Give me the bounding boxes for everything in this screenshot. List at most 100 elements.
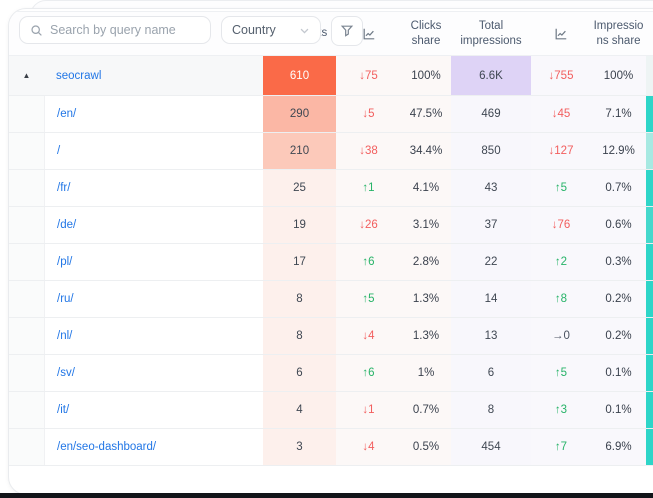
query-link[interactable]: seocrawl [56, 70, 101, 82]
impressions-change-value: ↑8 [555, 293, 567, 305]
impressions-share-cell: 0.2% [591, 281, 646, 317]
query-cell: /de/ [44, 207, 263, 243]
clicks-share-cell: 100% [401, 56, 451, 95]
total-impressions-cell: 13 [451, 318, 531, 354]
clicks-share-cell: 1% [401, 355, 451, 391]
query-link[interactable]: /de/ [57, 219, 76, 231]
total-impressions-cell: 6.6K [451, 56, 531, 95]
total-clicks-cell: 25 [263, 170, 336, 206]
impressions-share-cell: 0.3% [591, 244, 646, 280]
impressions-share-cell: 0.2% [591, 318, 646, 354]
impressions-change-value: ↑2 [555, 256, 567, 268]
chevron-down-icon [299, 25, 310, 36]
heatmap-strip-cell [646, 207, 653, 243]
clicks-share-cell: 0.5% [401, 429, 451, 465]
search-input[interactable]: Search by query name [19, 16, 211, 44]
search-placeholder: Search by query name [50, 23, 176, 37]
query-cell: /it/ [44, 392, 263, 428]
total-clicks-cell: 4 [263, 392, 336, 428]
table-body: ▲ seocrawl 610 ↓75 100% 6.6K ↓755 100% /… [9, 56, 653, 466]
query-cell: /pl/ [44, 244, 263, 280]
query-link[interactable]: / [57, 145, 60, 157]
impressions-change-cell: →0 [531, 318, 591, 354]
query-link[interactable]: /it/ [57, 404, 69, 416]
impressions-share-cell: 12.9% [591, 133, 646, 169]
clicks-change-value: ↓26 [359, 219, 378, 231]
toolbar: Search by query name Country [9, 9, 653, 56]
expand-gutter [9, 133, 44, 169]
impressions-change-cell: ↑7 [531, 429, 591, 465]
impressions-share-cell: 7.1% [591, 96, 646, 132]
query-cell: seocrawl [44, 56, 263, 95]
query-cell: /nl/ [44, 318, 263, 354]
expand-gutter: ▲ [9, 56, 44, 95]
clicks-change-value: ↓5 [362, 108, 374, 120]
clicks-share-cell: 2.8% [401, 244, 451, 280]
impressions-change-cell: ↓76 [531, 207, 591, 243]
query-cell: /ru/ [44, 281, 263, 317]
impressions-share-cell: 0.1% [591, 355, 646, 391]
country-select[interactable]: Country [221, 16, 321, 44]
impressions-share-cell: 100% [591, 56, 646, 95]
impressions-change-value: ↓127 [549, 145, 574, 157]
heatmap-strip-cell [646, 96, 653, 132]
total-impressions-cell: 43 [451, 170, 531, 206]
clicks-change-value: ↓4 [362, 441, 374, 453]
table-row: /de/ 19 ↓26 3.1% 37 ↓76 0.6% [9, 207, 653, 244]
impressions-change-value: ↓45 [552, 108, 571, 120]
query-link[interactable]: /nl/ [57, 330, 72, 342]
impressions-change-cell: ↓755 [531, 56, 591, 95]
impressions-change-cell: ↑5 [531, 355, 591, 391]
table-row: /en/ 290 ↓5 47.5% 469 ↓45 7.1% [9, 96, 653, 133]
clicks-share-cell: 47.5% [401, 96, 451, 132]
clicks-change-cell: ↓26 [336, 207, 401, 243]
impressions-change-cell: ↑3 [531, 392, 591, 428]
table-row: /en/seo-dashboard/ 3 ↓4 0.5% 454 ↑7 6.9% [9, 429, 653, 466]
query-link[interactable]: /pl/ [57, 256, 72, 268]
total-clicks-cell: 17 [263, 244, 336, 280]
heatmap-strip-cell [646, 244, 653, 280]
total-clicks-cell: 210 [263, 133, 336, 169]
query-cell: /en/ [44, 96, 263, 132]
expand-gutter [9, 355, 44, 391]
expand-gutter [9, 244, 44, 280]
query-link[interactable]: /en/seo-dashboard/ [57, 441, 156, 453]
clicks-change-cell: ↓38 [336, 133, 401, 169]
table-row: /sv/ 6 ↑6 1% 6 ↑5 0.1% [9, 355, 653, 392]
heatmap-strip-cell [646, 56, 653, 95]
query-cell: /sv/ [44, 355, 263, 391]
clicks-share-cell: 0.7% [401, 392, 451, 428]
clicks-change-value: ↓4 [362, 330, 374, 342]
collapse-caret-icon[interactable]: ▲ [23, 72, 31, 80]
total-impressions-cell: 469 [451, 96, 531, 132]
query-link[interactable]: /en/ [57, 108, 76, 120]
total-clicks-cell: 8 [263, 281, 336, 317]
query-cell: /fr/ [44, 170, 263, 206]
search-icon [30, 24, 43, 37]
expand-gutter [9, 392, 44, 428]
query-link[interactable]: /fr/ [57, 182, 70, 194]
expand-gutter [9, 207, 44, 243]
total-clicks-cell: 8 [263, 318, 336, 354]
clicks-change-value: ↓75 [359, 70, 378, 82]
clicks-change-cell: ↓4 [336, 318, 401, 354]
impressions-change-value: ↑7 [555, 441, 567, 453]
total-impressions-cell: 454 [451, 429, 531, 465]
filter-button[interactable] [331, 16, 363, 46]
clicks-change-value: ↓38 [359, 145, 378, 157]
clicks-share-cell: 1.3% [401, 281, 451, 317]
total-clicks-cell: 6 [263, 355, 336, 391]
expand-gutter [9, 429, 44, 465]
clicks-change-cell: ↑5 [336, 281, 401, 317]
query-link[interactable]: /ru/ [57, 293, 74, 305]
clicks-change-value: ↑6 [362, 256, 374, 268]
clicks-share-cell: 3.1% [401, 207, 451, 243]
expand-gutter [9, 281, 44, 317]
clicks-change-value: ↑1 [362, 182, 374, 194]
impressions-change-cell: ↑5 [531, 170, 591, 206]
impressions-change-value: →0 [552, 330, 570, 342]
impressions-change-cell: ↓45 [531, 96, 591, 132]
table-row: ▲ seocrawl 610 ↓75 100% 6.6K ↓755 100% [9, 56, 653, 96]
query-link[interactable]: /sv/ [57, 367, 75, 379]
clicks-change-value: ↓1 [362, 404, 374, 416]
